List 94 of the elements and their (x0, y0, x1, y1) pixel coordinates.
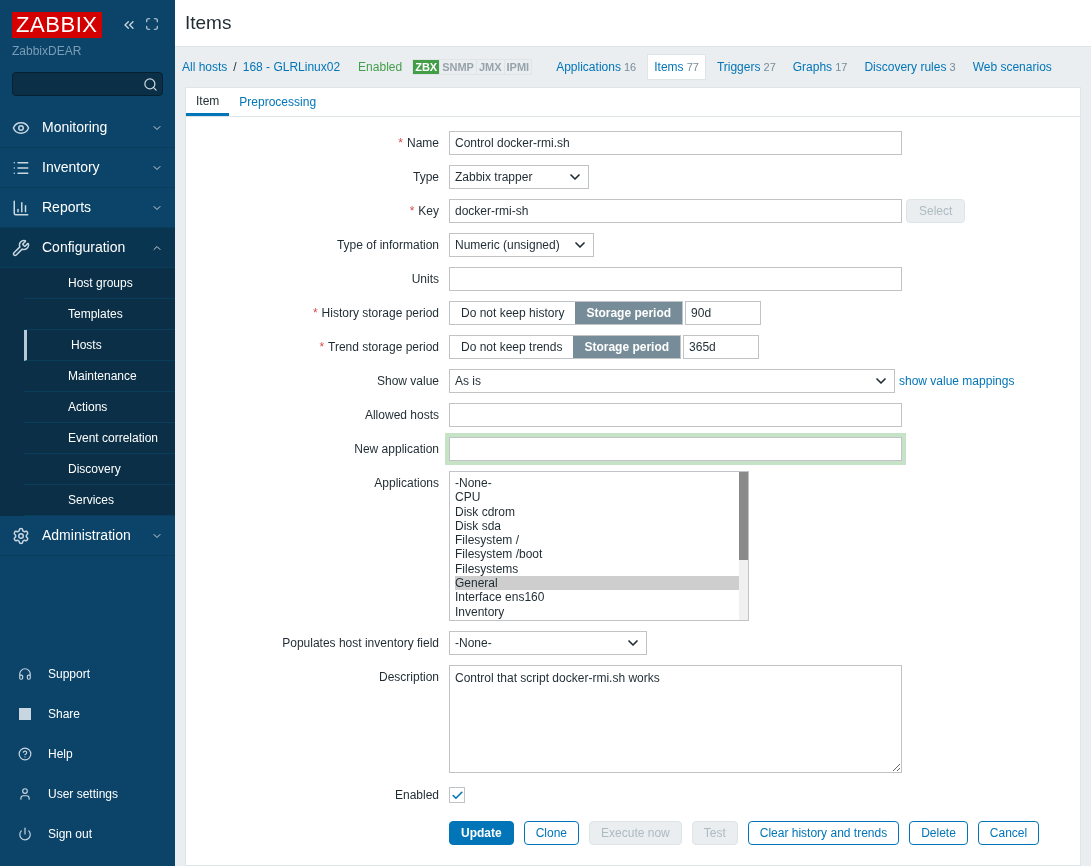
list-option[interactable]: Disk sda (455, 518, 739, 534)
help-icon (18, 747, 32, 761)
text-field[interactable]: docker-rmi-sh (449, 199, 902, 223)
check-icon (450, 788, 464, 802)
submenu-item[interactable]: Actions (24, 392, 175, 423)
headset-icon (18, 667, 32, 681)
host-tab[interactable]: Applications 16 (550, 55, 643, 79)
list-option[interactable]: Filesystem / (455, 533, 739, 548)
availability-badge: ZBX (413, 60, 440, 74)
list-option[interactable]: Inventory (455, 604, 739, 619)
list-option[interactable]: Filesystem /boot (455, 547, 739, 562)
breadcrumb-link[interactable]: 168 - GLRLinux02 (242, 58, 341, 76)
period-field[interactable]: 365d (683, 335, 760, 359)
availability-badge: IPMI (503, 60, 532, 74)
field-label-text: History storage period (321, 306, 439, 320)
gear-icon (12, 526, 30, 545)
period-field[interactable]: 90d (685, 301, 762, 325)
breadcrumb-separator: / (233, 59, 237, 76)
select-field[interactable]: As is (449, 369, 895, 393)
field-label-text: Name (407, 136, 439, 150)
field-label-text: Key (418, 204, 439, 218)
list-option[interactable]: Interface ens160 (455, 590, 739, 605)
field-label-text: Description (378, 670, 439, 684)
submenu-item[interactable]: Discovery (24, 454, 175, 485)
expand-icon[interactable] (145, 17, 159, 31)
field-label-text: Show value (376, 374, 439, 388)
user-icon (18, 787, 32, 801)
status-text: Enabled (358, 59, 403, 76)
select-field[interactable]: -None- (449, 631, 647, 655)
power-icon (18, 827, 32, 841)
field-label-text: Type (413, 170, 439, 184)
field-label-text: Allowed hosts (364, 408, 439, 422)
list-option[interactable]: Disk cdrom (455, 504, 739, 519)
menu-item[interactable]: Configuration (0, 228, 175, 268)
logo[interactable]: ZABBIX (12, 12, 102, 38)
field-label-text: Trend storage period (328, 340, 439, 354)
list-option[interactable]: Filesystems (455, 561, 739, 577)
action-button[interactable]: Clear history and trends (747, 821, 900, 845)
action-button[interactable]: Cancel (977, 821, 1040, 845)
checkbox[interactable] (449, 787, 465, 803)
menu-item[interactable]: Monitoring (0, 108, 175, 148)
submenu-item[interactable]: Services (24, 485, 175, 516)
field-label-text: Applications (374, 476, 439, 490)
field-label-text: Type of information (336, 238, 439, 252)
wrench-icon (12, 238, 30, 257)
submenu-item[interactable]: Event correlation (24, 423, 175, 454)
host-tab[interactable]: Graphs 17 (786, 55, 854, 79)
select-field[interactable]: Numeric (unsigned) (449, 233, 594, 257)
availability-badge: SNMP (439, 60, 476, 74)
footer-item[interactable]: Support (0, 654, 175, 694)
text-field[interactable] (449, 437, 902, 461)
host-tab[interactable]: Triggers 27 (710, 55, 782, 79)
menu-item[interactable]: Inventory (0, 148, 175, 188)
footer-item[interactable]: Sign out (0, 814, 175, 854)
submenu-item[interactable]: Host groups (24, 268, 175, 299)
required-mark: * (398, 136, 403, 150)
action-button[interactable]: Clone (523, 821, 580, 845)
field-label-text: Units (411, 272, 439, 286)
form-tab[interactable]: Preprocessing (229, 88, 327, 116)
text-field[interactable] (449, 267, 902, 291)
footer-item[interactable]: User settings (0, 774, 175, 814)
required-mark: * (409, 204, 415, 218)
host-tab[interactable]: Discovery rules 3 (858, 55, 962, 79)
select-field[interactable]: Zabbix trapper (449, 165, 589, 189)
list-option[interactable]: General (455, 576, 739, 591)
submenu-item[interactable]: Maintenance (24, 361, 175, 392)
form-tab[interactable]: Item (186, 88, 230, 116)
server-name: ZabbixDEAR (11, 43, 83, 60)
breadcrumb-link[interactable]: All hosts (182, 58, 228, 76)
search-icon[interactable] (143, 76, 158, 92)
footer-item[interactable]: Share (0, 694, 175, 734)
bar-chart-icon (12, 198, 30, 217)
value-mappings-link[interactable]: show value mappings (899, 372, 1015, 390)
host-tab[interactable]: Items 77 (647, 54, 706, 80)
page-title: Items (185, 10, 232, 35)
field-label-text: Enabled (394, 788, 439, 802)
scrollbar-thumb[interactable] (739, 472, 748, 560)
action-button[interactable]: Update (449, 821, 514, 845)
text-field[interactable] (449, 403, 902, 427)
list-option[interactable]: -None- (455, 476, 739, 491)
field-label-text: Populates host inventory field (282, 636, 439, 650)
field-label-text: New application (354, 442, 439, 456)
host-tab[interactable]: Web scenarios (966, 55, 1058, 79)
text-field[interactable]: Control docker-rmi.sh (449, 131, 902, 155)
action-button[interactable]: Delete (909, 821, 968, 845)
required-mark: * (312, 306, 318, 320)
list-option[interactable]: CPU (455, 490, 739, 505)
description-field[interactable]: Control that script docker-rmi.sh works (449, 665, 902, 773)
required-mark: * (319, 340, 325, 354)
search-field[interactable] (12, 72, 163, 96)
menu-item[interactable]: Administration (0, 516, 175, 556)
submenu-item[interactable]: Hosts (24, 330, 175, 361)
availability-badge: JMX (475, 60, 504, 74)
footer-item[interactable]: Help (0, 734, 175, 774)
